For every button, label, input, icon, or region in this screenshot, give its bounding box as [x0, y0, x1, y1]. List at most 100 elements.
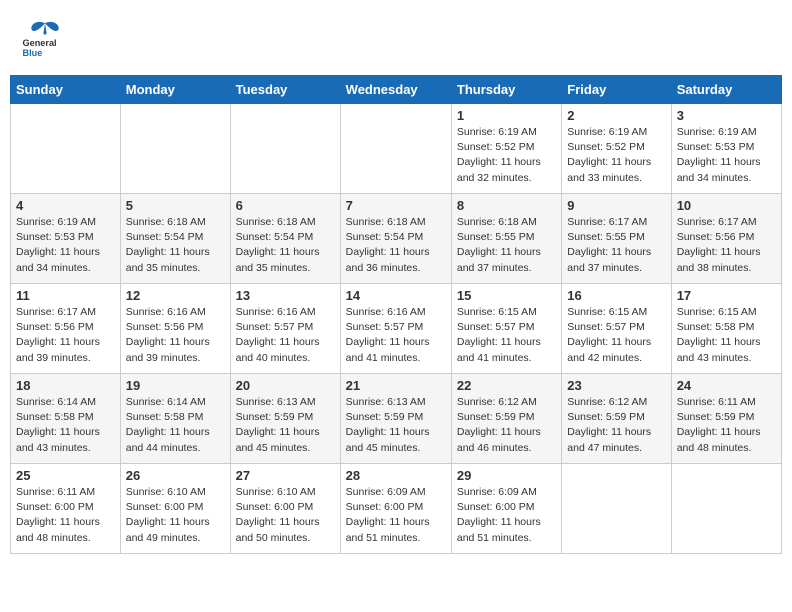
day-info: Sunrise: 6:09 AM Sunset: 6:00 PM Dayligh… [457, 485, 556, 546]
day-number: 24 [677, 378, 776, 393]
day-info: Sunrise: 6:12 AM Sunset: 5:59 PM Dayligh… [457, 395, 556, 456]
day-number: 20 [236, 378, 335, 393]
calendar-cell: 4 Sunrise: 6:19 AM Sunset: 5:53 PM Daylig… [11, 194, 121, 284]
day-info: Sunrise: 6:19 AM Sunset: 5:52 PM Dayligh… [457, 125, 556, 186]
calendar-cell [340, 104, 451, 194]
day-number: 13 [236, 288, 335, 303]
day-number: 23 [567, 378, 665, 393]
weekday-header-tuesday: Tuesday [230, 76, 340, 104]
svg-text:Blue: Blue [23, 48, 43, 58]
calendar-cell: 14 Sunrise: 6:16 AM Sunset: 5:57 PM Dayli… [340, 284, 451, 374]
calendar-cell: 7 Sunrise: 6:18 AM Sunset: 5:54 PM Daylig… [340, 194, 451, 284]
calendar-cell: 11 Sunrise: 6:17 AM Sunset: 5:56 PM Dayli… [11, 284, 121, 374]
page-header: General Blue [10, 10, 782, 65]
day-number: 3 [677, 108, 776, 123]
logo: General Blue [20, 15, 70, 60]
day-info: Sunrise: 6:13 AM Sunset: 5:59 PM Dayligh… [236, 395, 335, 456]
day-info: Sunrise: 6:11 AM Sunset: 5:59 PM Dayligh… [677, 395, 776, 456]
calendar-cell: 13 Sunrise: 6:16 AM Sunset: 5:57 PM Dayli… [230, 284, 340, 374]
day-info: Sunrise: 6:17 AM Sunset: 5:56 PM Dayligh… [677, 215, 776, 276]
calendar-cell: 18 Sunrise: 6:14 AM Sunset: 5:58 PM Dayli… [11, 374, 121, 464]
calendar-cell: 6 Sunrise: 6:18 AM Sunset: 5:54 PM Daylig… [230, 194, 340, 284]
calendar-cell: 10Sunrise: 6:17 AM Sunset: 5:56 PM Dayli… [671, 194, 781, 284]
day-info: Sunrise: 6:18 AM Sunset: 5:55 PM Dayligh… [457, 215, 556, 276]
day-info: Sunrise: 6:12 AM Sunset: 5:59 PM Dayligh… [567, 395, 665, 456]
calendar-cell: 2 Sunrise: 6:19 AM Sunset: 5:52 PM Daylig… [562, 104, 671, 194]
calendar-cell: 23 Sunrise: 6:12 AM Sunset: 5:59 PM Dayli… [562, 374, 671, 464]
calendar-cell: 19Sunrise: 6:14 AM Sunset: 5:58 PM Dayli… [120, 374, 230, 464]
day-number: 29 [457, 468, 556, 483]
day-info: Sunrise: 6:10 AM Sunset: 6:00 PM Dayligh… [126, 485, 225, 546]
calendar-cell: 1 Sunrise: 6:19 AM Sunset: 5:52 PM Daylig… [451, 104, 561, 194]
day-number: 6 [236, 198, 335, 213]
day-number: 8 [457, 198, 556, 213]
calendar-cell: 9Sunrise: 6:17 AM Sunset: 5:55 PM Daylig… [562, 194, 671, 284]
svg-text:General: General [23, 38, 57, 48]
calendar-cell [671, 464, 781, 554]
weekday-header-sunday: Sunday [11, 76, 121, 104]
day-info: Sunrise: 6:15 AM Sunset: 5:57 PM Dayligh… [567, 305, 665, 366]
calendar-cell: 29 Sunrise: 6:09 AM Sunset: 6:00 PM Dayli… [451, 464, 561, 554]
day-number: 4 [16, 198, 115, 213]
day-number: 2 [567, 108, 665, 123]
day-number: 12 [126, 288, 225, 303]
calendar-table: SundayMondayTuesdayWednesdayThursdayFrid… [10, 75, 782, 554]
calendar-cell: 8 Sunrise: 6:18 AM Sunset: 5:55 PM Daylig… [451, 194, 561, 284]
calendar-week-row: 18 Sunrise: 6:14 AM Sunset: 5:58 PM Dayli… [11, 374, 782, 464]
calendar-cell: 17Sunrise: 6:15 AM Sunset: 5:58 PM Dayli… [671, 284, 781, 374]
day-info: Sunrise: 6:16 AM Sunset: 5:57 PM Dayligh… [236, 305, 335, 366]
calendar-cell: 27 Sunrise: 6:10 AM Sunset: 6:00 PM Dayli… [230, 464, 340, 554]
day-info: Sunrise: 6:10 AM Sunset: 6:00 PM Dayligh… [236, 485, 335, 546]
day-info: Sunrise: 6:16 AM Sunset: 5:57 PM Dayligh… [346, 305, 446, 366]
logo-svg: General Blue [20, 15, 70, 60]
calendar-header-row: SundayMondayTuesdayWednesdayThursdayFrid… [11, 76, 782, 104]
calendar-week-row: 11 Sunrise: 6:17 AM Sunset: 5:56 PM Dayli… [11, 284, 782, 374]
day-number: 14 [346, 288, 446, 303]
day-info: Sunrise: 6:15 AM Sunset: 5:58 PM Dayligh… [677, 305, 776, 366]
day-number: 19 [126, 378, 225, 393]
day-number: 11 [16, 288, 115, 303]
day-number: 1 [457, 108, 556, 123]
day-info: Sunrise: 6:19 AM Sunset: 5:53 PM Dayligh… [16, 215, 115, 276]
day-info: Sunrise: 6:17 AM Sunset: 5:56 PM Dayligh… [16, 305, 115, 366]
day-number: 16 [567, 288, 665, 303]
day-number: 25 [16, 468, 115, 483]
day-number: 26 [126, 468, 225, 483]
calendar-week-row: 25 Sunrise: 6:11 AM Sunset: 6:00 PM Dayli… [11, 464, 782, 554]
day-number: 15 [457, 288, 556, 303]
weekday-header-wednesday: Wednesday [340, 76, 451, 104]
day-info: Sunrise: 6:13 AM Sunset: 5:59 PM Dayligh… [346, 395, 446, 456]
calendar-cell: 5 Sunrise: 6:18 AM Sunset: 5:54 PM Daylig… [120, 194, 230, 284]
calendar-cell: 24 Sunrise: 6:11 AM Sunset: 5:59 PM Dayli… [671, 374, 781, 464]
day-info: Sunrise: 6:16 AM Sunset: 5:56 PM Dayligh… [126, 305, 225, 366]
weekday-header-friday: Friday [562, 76, 671, 104]
day-info: Sunrise: 6:18 AM Sunset: 5:54 PM Dayligh… [126, 215, 225, 276]
calendar-week-row: 1 Sunrise: 6:19 AM Sunset: 5:52 PM Daylig… [11, 104, 782, 194]
calendar-cell: 21 Sunrise: 6:13 AM Sunset: 5:59 PM Dayli… [340, 374, 451, 464]
calendar-cell: 12 Sunrise: 6:16 AM Sunset: 5:56 PM Dayli… [120, 284, 230, 374]
day-info: Sunrise: 6:15 AM Sunset: 5:57 PM Dayligh… [457, 305, 556, 366]
day-number: 27 [236, 468, 335, 483]
day-info: Sunrise: 6:14 AM Sunset: 5:58 PM Dayligh… [16, 395, 115, 456]
day-info: Sunrise: 6:19 AM Sunset: 5:53 PM Dayligh… [677, 125, 776, 186]
calendar-week-row: 4 Sunrise: 6:19 AM Sunset: 5:53 PM Daylig… [11, 194, 782, 284]
day-info: Sunrise: 6:18 AM Sunset: 5:54 PM Dayligh… [346, 215, 446, 276]
calendar-cell: 26 Sunrise: 6:10 AM Sunset: 6:00 PM Dayli… [120, 464, 230, 554]
calendar-cell: 22 Sunrise: 6:12 AM Sunset: 5:59 PM Dayli… [451, 374, 561, 464]
day-number: 7 [346, 198, 446, 213]
day-number: 28 [346, 468, 446, 483]
calendar-cell: 25 Sunrise: 6:11 AM Sunset: 6:00 PM Dayli… [11, 464, 121, 554]
calendar-cell [120, 104, 230, 194]
calendar-cell: 3 Sunrise: 6:19 AM Sunset: 5:53 PM Daylig… [671, 104, 781, 194]
day-number: 9 [567, 198, 665, 213]
day-number: 18 [16, 378, 115, 393]
calendar-cell: 15 Sunrise: 6:15 AM Sunset: 5:57 PM Dayli… [451, 284, 561, 374]
day-number: 5 [126, 198, 225, 213]
calendar-cell: 28Sunrise: 6:09 AM Sunset: 6:00 PM Dayli… [340, 464, 451, 554]
day-number: 21 [346, 378, 446, 393]
calendar-cell: 20 Sunrise: 6:13 AM Sunset: 5:59 PM Dayli… [230, 374, 340, 464]
day-info: Sunrise: 6:19 AM Sunset: 5:52 PM Dayligh… [567, 125, 665, 186]
day-info: Sunrise: 6:11 AM Sunset: 6:00 PM Dayligh… [16, 485, 115, 546]
day-info: Sunrise: 6:18 AM Sunset: 5:54 PM Dayligh… [236, 215, 335, 276]
day-number: 22 [457, 378, 556, 393]
